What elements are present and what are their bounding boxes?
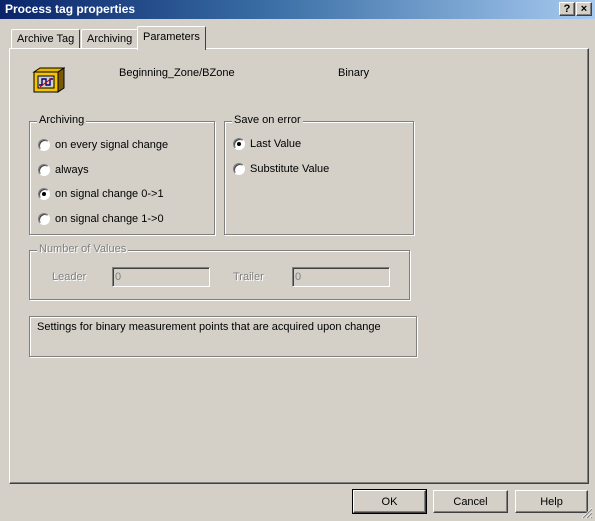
number-of-values-group-label: Number of Values (37, 243, 129, 255)
trailer-field[interactable] (292, 267, 390, 287)
cancel-button[interactable]: Cancel (433, 490, 508, 513)
radio-last-value-label[interactable]: Last Value (250, 138, 301, 150)
description-text: Settings for binary measurement points t… (37, 321, 381, 333)
radio-substitute-value[interactable]: Substitute Value (233, 163, 329, 177)
description-box: Settings for binary measurement points t… (29, 316, 417, 357)
number-of-values-group: Number of Values Leader Trailer (29, 243, 410, 300)
radio-every-signal-change[interactable]: on every signal change (38, 139, 168, 153)
leader-label: Leader (52, 271, 87, 283)
process-tag-properties-dialog: Process tag properties ? × Archive Tag A… (0, 0, 595, 521)
radio-every-signal-change-label[interactable]: on every signal change (55, 139, 168, 151)
tag-name: Beginning_Zone/BZone (119, 67, 235, 79)
radio-every-signal-change-indicator[interactable] (38, 139, 50, 152)
leader-field[interactable] (112, 267, 210, 287)
trailer-label: Trailer (233, 271, 264, 283)
radio-always-indicator[interactable] (38, 164, 50, 177)
resize-grip-icon[interactable] (581, 507, 593, 519)
radio-signal-change-1-0-indicator[interactable] (38, 213, 50, 226)
binary-tag-icon (32, 67, 65, 93)
radio-last-value-indicator[interactable] (233, 138, 245, 151)
tab-parameters[interactable]: Parameters (137, 26, 206, 50)
tab-archiving[interactable]: Archiving (81, 29, 139, 49)
help-caption-button[interactable]: ? (559, 2, 575, 16)
radio-signal-change-0-1-label[interactable]: on signal change 0->1 (55, 188, 164, 200)
radio-signal-change-1-0[interactable]: on signal change 1->0 (38, 213, 164, 227)
radio-signal-change-1-0-label[interactable]: on signal change 1->0 (55, 213, 164, 225)
radio-always[interactable]: always (38, 164, 89, 178)
tab-archive-tag[interactable]: Archive Tag (11, 29, 81, 49)
radio-substitute-value-indicator[interactable] (233, 163, 245, 176)
radio-substitute-value-label[interactable]: Substitute Value (250, 163, 329, 175)
window-title: Process tag properties (5, 2, 136, 16)
radio-last-value[interactable]: Last Value (233, 138, 301, 152)
parameters-panel: Beginning_Zone/BZone Binary Archiving on… (9, 48, 589, 484)
title-bar: Process tag properties ? × (0, 0, 595, 19)
ok-button[interactable]: OK (352, 489, 427, 514)
radio-signal-change-0-1[interactable]: on signal change 0->1 (38, 188, 164, 202)
close-caption-button[interactable]: × (576, 2, 592, 16)
archiving-group: Archiving on every signal change always … (29, 114, 215, 235)
save-on-error-group-label: Save on error (232, 114, 303, 126)
archiving-group-label: Archiving (37, 114, 87, 126)
save-on-error-group: Save on error Last Value Substitute Valu… (224, 114, 414, 235)
radio-signal-change-0-1-indicator[interactable] (38, 188, 50, 201)
help-button[interactable]: Help (515, 490, 588, 513)
tag-type: Binary (338, 67, 370, 79)
radio-always-label[interactable]: always (55, 164, 89, 176)
